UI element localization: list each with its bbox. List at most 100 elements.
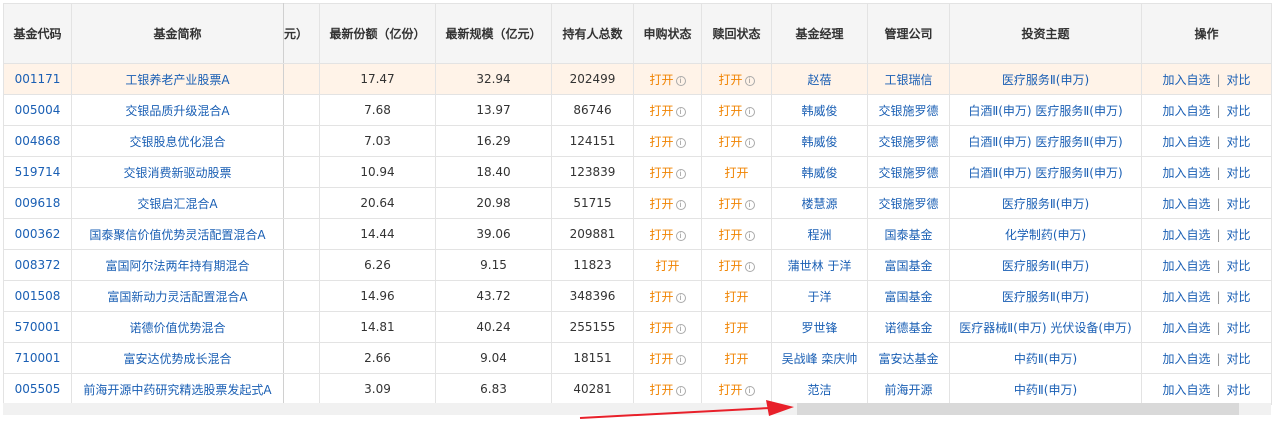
- fund-code-link[interactable]: 519714: [3, 156, 72, 188]
- add-to-watchlist-link[interactable]: 加入自选: [1162, 135, 1210, 149]
- info-icon[interactable]: i: [675, 199, 686, 210]
- info-icon[interactable]: i: [744, 106, 755, 117]
- compare-link[interactable]: 对比: [1227, 383, 1251, 397]
- fund-name-link[interactable]: 交银启汇混合A: [71, 187, 284, 219]
- purchase-status[interactable]: 打开 i: [633, 280, 702, 312]
- investment-theme-link[interactable]: 医疗服务Ⅱ(申万): [949, 63, 1142, 95]
- info-icon[interactable]: i: [675, 292, 686, 303]
- purchase-status[interactable]: 打开 i: [633, 94, 702, 126]
- fund-name-link[interactable]: 工银养老产业股票A: [71, 63, 284, 95]
- fund-name-link[interactable]: 交银消费新驱动股票: [71, 156, 284, 188]
- compare-link[interactable]: 对比: [1227, 259, 1251, 273]
- info-icon[interactable]: i: [744, 199, 755, 210]
- fund-manager-link[interactable]: 楼慧源: [771, 187, 868, 219]
- investment-theme-link[interactable]: 医疗服务Ⅱ(申万): [949, 280, 1142, 312]
- compare-link[interactable]: 对比: [1227, 321, 1251, 335]
- info-icon[interactable]: i: [675, 137, 686, 148]
- info-icon[interactable]: i: [675, 323, 686, 334]
- add-to-watchlist-link[interactable]: 加入自选: [1162, 73, 1210, 87]
- fund-code-link[interactable]: 005505: [3, 373, 72, 405]
- compare-link[interactable]: 对比: [1227, 352, 1251, 366]
- redemption-status[interactable]: 打开 i: [701, 94, 772, 126]
- scrollbar-thumb[interactable]: [797, 403, 1239, 415]
- investment-theme-link[interactable]: 白酒Ⅱ(申万) 医疗服务Ⅱ(申万): [949, 125, 1142, 157]
- compare-link[interactable]: 对比: [1227, 290, 1251, 304]
- fund-manager-link[interactable]: 韩威俊: [771, 94, 868, 126]
- fund-code-link[interactable]: 000362: [3, 218, 72, 250]
- purchase-status[interactable]: 打开 i: [633, 311, 702, 343]
- info-icon[interactable]: i: [744, 75, 755, 86]
- add-to-watchlist-link[interactable]: 加入自选: [1162, 383, 1210, 397]
- header-latest-scale[interactable]: 最新规模（亿元）: [435, 3, 552, 64]
- investment-theme-link[interactable]: 医疗器械Ⅱ(申万) 光伏设备(申万): [949, 311, 1142, 343]
- info-icon[interactable]: i: [744, 261, 755, 272]
- add-to-watchlist-link[interactable]: 加入自选: [1162, 166, 1210, 180]
- investment-theme-link[interactable]: 中药Ⅱ(申万): [949, 342, 1142, 374]
- add-to-watchlist-link[interactable]: 加入自选: [1162, 290, 1210, 304]
- fund-name-link[interactable]: 富国阿尔法两年持有期混合: [71, 249, 284, 281]
- redemption-status[interactable]: 打开: [701, 280, 772, 312]
- fund-code-link[interactable]: 710001: [3, 342, 72, 374]
- add-to-watchlist-link[interactable]: 加入自选: [1162, 352, 1210, 366]
- fund-manager-link[interactable]: 于洋: [771, 280, 868, 312]
- compare-link[interactable]: 对比: [1227, 104, 1251, 118]
- purchase-status[interactable]: 打开 i: [633, 156, 702, 188]
- compare-link[interactable]: 对比: [1227, 166, 1251, 180]
- fund-manager-link[interactable]: 程洲: [771, 218, 868, 250]
- header-latest-shares[interactable]: 最新份额（亿份）: [319, 3, 436, 64]
- fund-name-link[interactable]: 前海开源中药研究精选股票发起式A: [71, 373, 284, 405]
- purchase-status[interactable]: 打开: [633, 249, 702, 281]
- management-company-link[interactable]: 富国基金: [867, 249, 950, 281]
- management-company-link[interactable]: 交银施罗德: [867, 94, 950, 126]
- management-company-link[interactable]: 前海开源: [867, 373, 950, 405]
- redemption-status[interactable]: 打开 i: [701, 218, 772, 250]
- info-icon[interactable]: i: [744, 137, 755, 148]
- info-icon[interactable]: i: [675, 75, 686, 86]
- fund-code-link[interactable]: 005004: [3, 94, 72, 126]
- redemption-status[interactable]: 打开: [701, 156, 772, 188]
- info-icon[interactable]: i: [675, 354, 686, 365]
- header-holder-count[interactable]: 持有人总数: [551, 3, 634, 64]
- management-company-link[interactable]: 交银施罗德: [867, 156, 950, 188]
- fund-manager-link[interactable]: 韩威俊: [771, 156, 868, 188]
- header-truncated-column[interactable]: 元）: [283, 3, 320, 64]
- fund-manager-link[interactable]: 赵蓓: [771, 63, 868, 95]
- add-to-watchlist-link[interactable]: 加入自选: [1162, 321, 1210, 335]
- investment-theme-link[interactable]: 中药Ⅱ(申万): [949, 373, 1142, 405]
- fund-name-link[interactable]: 诺德价值优势混合: [71, 311, 284, 343]
- investment-theme-link[interactable]: 化学制药(申万): [949, 218, 1142, 250]
- management-company-link[interactable]: 富国基金: [867, 280, 950, 312]
- header-fund-name[interactable]: 基金简称: [71, 3, 284, 64]
- purchase-status[interactable]: 打开 i: [633, 63, 702, 95]
- add-to-watchlist-link[interactable]: 加入自选: [1162, 259, 1210, 273]
- compare-link[interactable]: 对比: [1227, 135, 1251, 149]
- header-purchase-status[interactable]: 申购状态: [633, 3, 702, 64]
- add-to-watchlist-link[interactable]: 加入自选: [1162, 104, 1210, 118]
- header-actions[interactable]: 操作: [1141, 3, 1272, 64]
- info-icon[interactable]: i: [675, 385, 686, 396]
- fund-manager-link[interactable]: 吴战峰 栾庆帅: [771, 342, 868, 374]
- fund-code-link[interactable]: 001508: [3, 280, 72, 312]
- fund-manager-link[interactable]: 蒲世林 于洋: [771, 249, 868, 281]
- management-company-link[interactable]: 工银瑞信: [867, 63, 950, 95]
- fund-code-link[interactable]: 001171: [3, 63, 72, 95]
- redemption-status[interactable]: 打开 i: [701, 187, 772, 219]
- header-fund-manager[interactable]: 基金经理: [771, 3, 868, 64]
- fund-name-link[interactable]: 富国新动力灵活配置混合A: [71, 280, 284, 312]
- purchase-status[interactable]: 打开 i: [633, 218, 702, 250]
- compare-link[interactable]: 对比: [1227, 197, 1251, 211]
- info-icon[interactable]: i: [744, 385, 755, 396]
- investment-theme-link[interactable]: 白酒Ⅱ(申万) 医疗服务Ⅱ(申万): [949, 94, 1142, 126]
- fund-code-link[interactable]: 570001: [3, 311, 72, 343]
- fund-code-link[interactable]: 008372: [3, 249, 72, 281]
- management-company-link[interactable]: 交银施罗德: [867, 187, 950, 219]
- investment-theme-link[interactable]: 医疗服务Ⅱ(申万): [949, 187, 1142, 219]
- header-management-company[interactable]: 管理公司: [867, 3, 950, 64]
- management-company-link[interactable]: 交银施罗德: [867, 125, 950, 157]
- management-company-link[interactable]: 诺德基金: [867, 311, 950, 343]
- redemption-status[interactable]: 打开 i: [701, 63, 772, 95]
- header-redemption-status[interactable]: 赎回状态: [701, 3, 772, 64]
- add-to-watchlist-link[interactable]: 加入自选: [1162, 197, 1210, 211]
- fund-name-link[interactable]: 富安达优势成长混合: [71, 342, 284, 374]
- fund-name-link[interactable]: 国泰聚信价值优势灵活配置混合A: [71, 218, 284, 250]
